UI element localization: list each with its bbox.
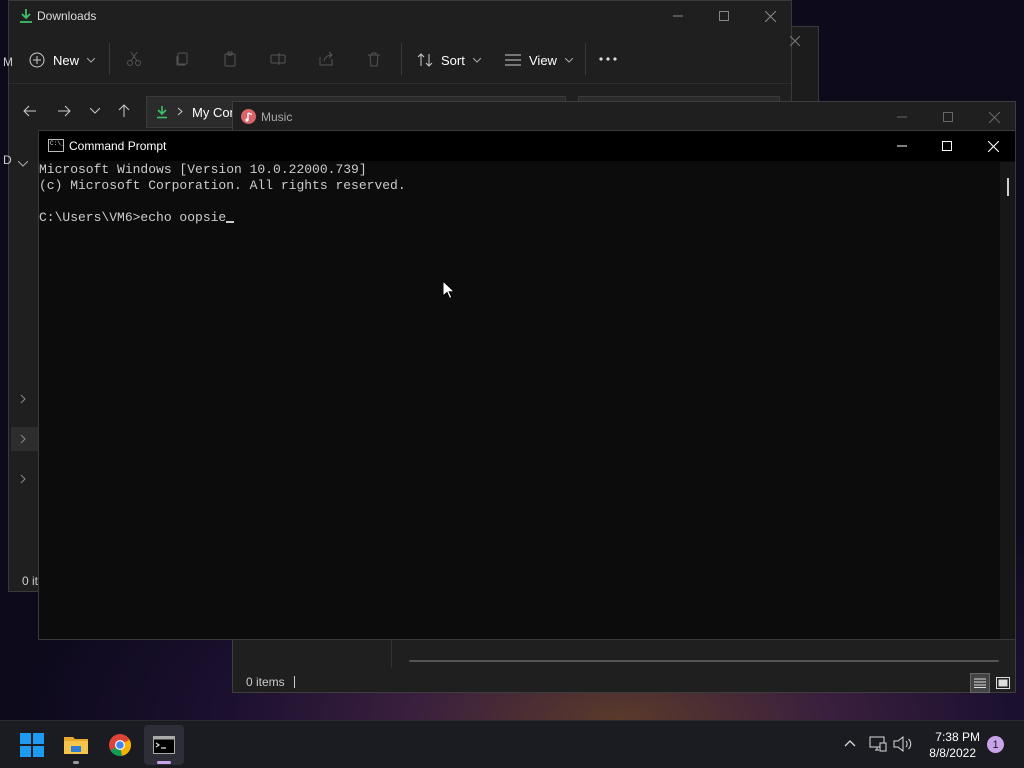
cut-icon[interactable]: [126, 51, 142, 67]
chevron-down-icon: [87, 57, 96, 63]
close-icon[interactable]: [790, 36, 800, 46]
download-icon: [156, 105, 168, 119]
console-input-line[interactable]: C:\Users\VM6>echo oopsie: [39, 210, 999, 226]
music-status-text: 0 items: [246, 675, 285, 689]
forward-arrow-icon[interactable]: [57, 105, 71, 117]
chevron-down-icon: [472, 57, 481, 63]
explorer-window-behind[interactable]: [790, 26, 819, 106]
explorer-status-text: 0 it: [22, 574, 39, 588]
music-close-button[interactable]: [971, 102, 1017, 132]
copy-icon[interactable]: [174, 51, 190, 67]
console-output[interactable]: Microsoft Windows [Version 10.0.22000.73…: [39, 162, 999, 638]
pane-divider: [391, 640, 392, 668]
tiles-view-icon[interactable]: [993, 673, 1013, 693]
paste-icon[interactable]: [222, 51, 238, 67]
chevron-down-icon: [564, 57, 573, 63]
plus-circle-icon: [29, 52, 45, 68]
nav-pane-letter: M: [3, 55, 13, 69]
command-prompt-taskbar-icon[interactable]: [144, 725, 184, 765]
rename-icon[interactable]: [270, 51, 286, 67]
cmd-icon-text: C:\_: [50, 140, 65, 147]
toolbar-divider: [109, 43, 110, 75]
explorer-minimize-button[interactable]: [655, 1, 701, 31]
cmd-maximize-button[interactable]: [924, 131, 970, 161]
console-line: Microsoft Windows [Version 10.0.22000.73…: [39, 162, 367, 177]
volume-icon[interactable]: [893, 736, 913, 752]
cmd-titlebar[interactable]: C:\_ Command Prompt: [39, 131, 1015, 161]
console-line: (c) Microsoft Corporation. All rights re…: [39, 178, 406, 193]
taskbar: 7:38 PM 8/8/2022 1: [0, 720, 1024, 768]
toolbar-divider: [401, 43, 402, 75]
running-indicator: [73, 761, 79, 764]
details-view-icon[interactable]: [970, 673, 990, 693]
delete-icon[interactable]: [366, 51, 382, 67]
music-maximize-button[interactable]: [925, 102, 971, 132]
download-icon: [19, 8, 33, 24]
up-arrow-icon[interactable]: [118, 104, 130, 118]
recent-locations-chevron-icon[interactable]: [90, 108, 100, 114]
chevron-up-icon[interactable]: [844, 739, 856, 747]
notification-badge[interactable]: 1: [987, 736, 1004, 753]
view-lines-icon: [505, 54, 521, 66]
toolbar-divider: [585, 43, 586, 75]
breadcrumb[interactable]: My Con: [192, 105, 237, 120]
music-note-icon: [241, 109, 256, 124]
nav-pane-letter: D: [3, 153, 12, 167]
active-indicator: [157, 761, 171, 764]
share-icon[interactable]: [318, 51, 334, 67]
console-prompt-command: C:\Users\VM6>echo oopsie: [39, 210, 227, 225]
file-explorer-icon[interactable]: [56, 725, 96, 765]
chevron-right-icon[interactable]: [20, 394, 26, 404]
command-prompt-window[interactable]: C:\_ Command Prompt Microsoft Windows [V…: [38, 130, 1016, 640]
view-button-label: View: [529, 52, 557, 68]
text-cursor: [226, 221, 235, 223]
chevron-right-icon[interactable]: [20, 474, 26, 484]
cmd-minimize-button[interactable]: [879, 131, 925, 161]
chrome-icon[interactable]: [100, 725, 140, 765]
chevron-down-icon[interactable]: [18, 161, 28, 167]
explorer-title: Downloads: [37, 9, 97, 23]
clock-time[interactable]: 7:38 PM: [924, 730, 980, 744]
start-windows-icon[interactable]: [12, 725, 52, 765]
horizontal-scrollbar[interactable]: [409, 660, 999, 662]
chevron-right-icon[interactable]: [20, 434, 26, 444]
cmd-title: Command Prompt: [69, 139, 167, 153]
more-options-icon[interactable]: [599, 57, 617, 61]
new-button[interactable]: New: [29, 45, 96, 75]
new-button-label: New: [53, 52, 80, 68]
music-title: Music: [261, 110, 293, 124]
vertical-scrollbar[interactable]: [1000, 162, 1015, 639]
explorer-titlebar[interactable]: Downloads: [9, 1, 791, 33]
music-minimize-button[interactable]: [879, 102, 925, 132]
sort-button[interactable]: Sort: [417, 45, 481, 75]
breadcrumb-separator-icon: [177, 107, 183, 116]
explorer-command-bar: New Sort View: [9, 37, 791, 84]
back-arrow-icon[interactable]: [23, 105, 37, 117]
sort-icon: [417, 53, 433, 67]
scrollbar-thumb[interactable]: [1007, 178, 1009, 196]
explorer-maximize-button[interactable]: [701, 1, 747, 31]
explorer-close-button[interactable]: [747, 1, 793, 31]
network-icon[interactable]: [869, 736, 887, 752]
sort-button-label: Sort: [441, 52, 465, 68]
music-titlebar[interactable]: Music: [233, 102, 1015, 131]
mouse-pointer-icon: [442, 280, 455, 300]
cmd-app-icon: C:\_: [48, 139, 64, 152]
clock-date[interactable]: 8/8/2022: [924, 746, 976, 760]
cmd-close-button[interactable]: [970, 131, 1016, 161]
view-button[interactable]: View: [505, 45, 573, 75]
status-divider: [294, 676, 295, 688]
